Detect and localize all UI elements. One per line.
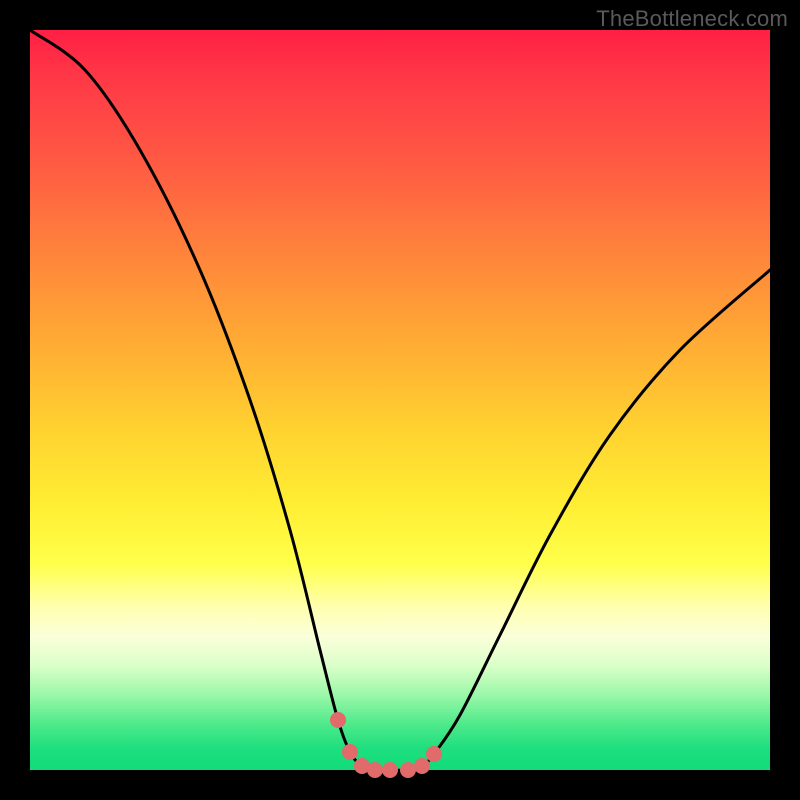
curve-marker bbox=[382, 762, 398, 778]
bottleneck-curve bbox=[30, 30, 770, 770]
curve-marker bbox=[342, 744, 358, 760]
plot-area bbox=[30, 30, 770, 770]
curve-marker bbox=[414, 758, 430, 774]
curve-markers bbox=[330, 712, 442, 778]
watermark-text: TheBottleneck.com bbox=[596, 6, 788, 32]
chart-svg bbox=[30, 30, 770, 770]
curve-marker bbox=[426, 746, 442, 762]
curve-marker bbox=[400, 762, 416, 778]
curve-marker bbox=[367, 762, 383, 778]
curve-marker bbox=[330, 712, 346, 728]
